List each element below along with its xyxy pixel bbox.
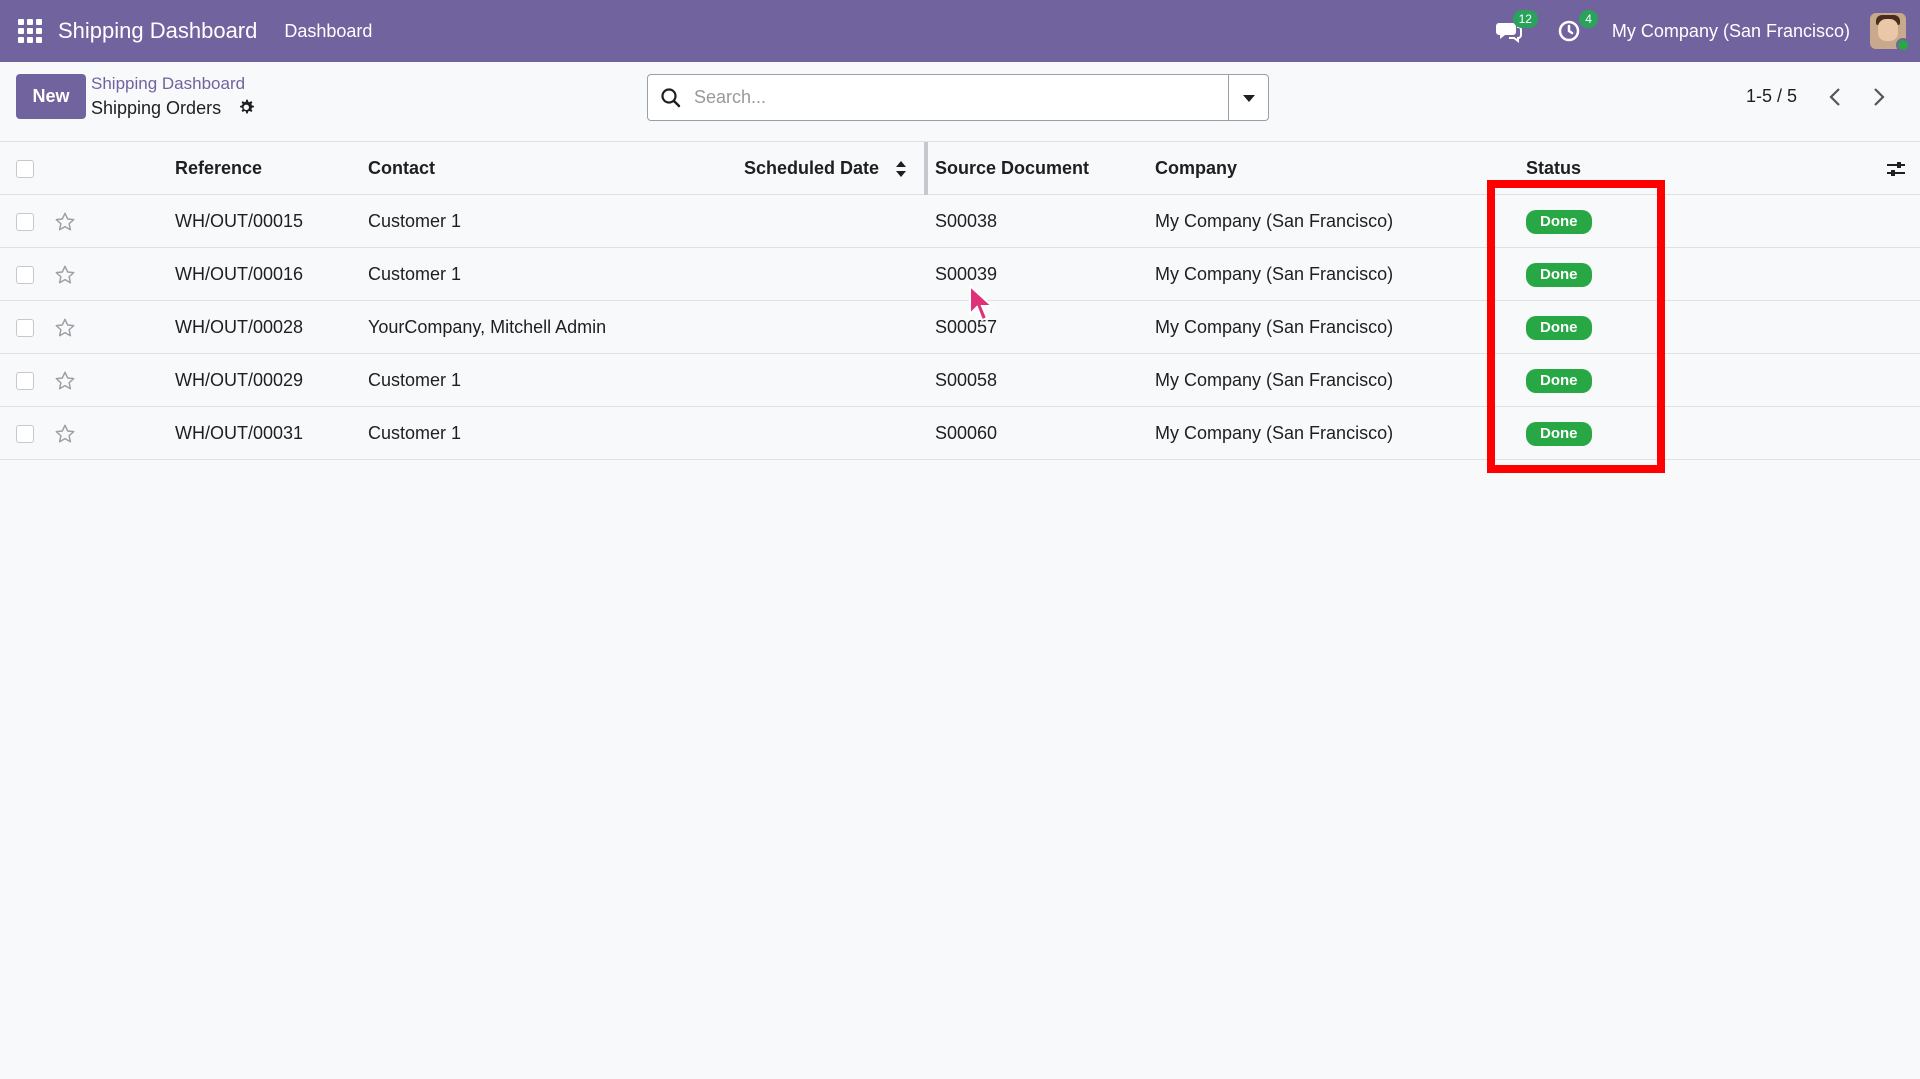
cell-company: My Company (San Francisco) (1155, 423, 1394, 443)
caret-down-icon (1242, 94, 1255, 102)
clock-icon (1558, 20, 1580, 42)
cell-reference: WH/OUT/00028 (175, 317, 304, 337)
star-icon (55, 212, 75, 231)
status-badge: Done (1526, 368, 1592, 393)
cell-contact: YourCompany, Mitchell Admin (368, 317, 607, 337)
navbar-systray: 12 4 My Company (San Francisco) (1494, 0, 1920, 62)
status-badge: Done (1526, 421, 1592, 446)
app-title[interactable]: Shipping Dashboard (58, 18, 257, 44)
select-all-cell (16, 142, 34, 195)
status-badge: Done (1526, 315, 1592, 340)
optional-columns-toggle[interactable] (1886, 142, 1906, 195)
cell-company: My Company (San Francisco) (1155, 211, 1394, 231)
column-header-scheduled-date[interactable]: Scheduled Date (744, 142, 907, 195)
cell-company: My Company (San Francisco) (1155, 264, 1394, 284)
user-avatar[interactable] (1870, 13, 1910, 52)
column-header-contact[interactable]: Contact (368, 142, 435, 195)
star-icon (55, 318, 75, 337)
mouse-cursor-icon (969, 284, 995, 322)
favorite-toggle[interactable] (54, 248, 76, 301)
shipping-orders-table: Reference Contact Scheduled Date Source … (0, 142, 1920, 460)
cell-reference: WH/OUT/00015 (175, 211, 304, 231)
messages-button[interactable]: 12 (1494, 10, 1538, 46)
cell-reference: WH/OUT/00031 (175, 423, 304, 443)
row-checkbox[interactable] (16, 424, 34, 443)
cell-status: Done (1526, 407, 1592, 460)
search-input[interactable] (694, 87, 1228, 108)
row-select-cell (16, 354, 34, 407)
table-header: Reference Contact Scheduled Date Source … (0, 142, 1920, 195)
search-options-toggle[interactable] (1228, 75, 1268, 120)
apps-grid-icon[interactable] (18, 19, 42, 43)
star-icon (55, 265, 75, 284)
breadcrumb-parent[interactable]: Shipping Dashboard (91, 74, 245, 94)
table-row[interactable]: WH/OUT/00015 Customer 1 S00038 My Company (… (0, 195, 1920, 248)
breadcrumb-current: Shipping Orders (91, 98, 222, 118)
cell-status: Done (1526, 195, 1592, 248)
cell-contact: Customer 1 (368, 423, 462, 443)
table-row[interactable]: WH/OUT/00029 Customer 1 S00058 My Company (… (0, 354, 1920, 407)
cell-contact: Customer 1 (368, 211, 462, 231)
pager-value[interactable]: 1-5 / 5 (1746, 86, 1797, 107)
cell-source-document: S00058 (935, 370, 998, 390)
control-panel: New Shipping Dashboard Shipping Orders 1… (0, 62, 1920, 142)
select-all-checkbox[interactable] (16, 159, 34, 178)
column-resize-handle[interactable] (924, 142, 928, 195)
chevron-right-icon (1874, 88, 1885, 106)
table-body: WH/OUT/00015 Customer 1 S00038 My Company (… (0, 195, 1920, 460)
cell-status: Done (1526, 301, 1592, 354)
status-badge: Done (1526, 262, 1592, 287)
menu-dashboard[interactable]: Dashboard (284, 21, 372, 42)
favorite-toggle[interactable] (54, 195, 76, 248)
cell-source-document: S00060 (935, 423, 998, 443)
cell-contact: Customer 1 (368, 264, 462, 284)
star-icon (55, 424, 75, 443)
favorite-toggle[interactable] (54, 407, 76, 460)
sliders-icon (1887, 161, 1905, 176)
top-navbar: Shipping Dashboard Dashboard 12 4 My Com… (0, 0, 1920, 62)
column-header-scheduled-date-label: Scheduled Date (744, 158, 880, 178)
cell-source-document: S00038 (935, 211, 998, 231)
row-checkbox[interactable] (16, 371, 34, 390)
column-header-status[interactable]: Status (1526, 142, 1581, 195)
messages-count-badge: 12 (1512, 10, 1538, 28)
cell-company: My Company (San Francisco) (1155, 317, 1394, 337)
pager-previous-button[interactable] (1818, 80, 1852, 114)
column-header-company[interactable]: Company (1155, 142, 1237, 195)
search-bar (647, 74, 1269, 121)
search-icon (661, 87, 681, 107)
table-row[interactable]: WH/OUT/00031 Customer 1 S00060 My Company (… (0, 407, 1920, 460)
cell-contact: Customer 1 (368, 370, 462, 390)
favorite-toggle[interactable] (54, 354, 76, 407)
star-icon (55, 371, 75, 390)
activities-button[interactable]: 4 (1554, 10, 1598, 46)
row-select-cell (16, 248, 34, 301)
column-header-source-document[interactable]: Source Document (935, 142, 1089, 195)
status-badge: Done (1526, 209, 1592, 234)
pager-next-button[interactable] (1862, 80, 1896, 114)
cell-reference: WH/OUT/00016 (175, 264, 304, 284)
row-checkbox[interactable] (16, 265, 34, 284)
row-select-cell (16, 407, 34, 460)
table-row[interactable]: WH/OUT/00028 YourCompany, Mitchell Admin S… (0, 301, 1920, 354)
online-status-dot (1896, 38, 1910, 52)
row-checkbox[interactable] (16, 318, 34, 337)
cell-company: My Company (San Francisco) (1155, 370, 1394, 390)
cell-status: Done (1526, 248, 1592, 301)
row-checkbox[interactable] (16, 212, 34, 231)
gear-icon[interactable] (238, 99, 256, 117)
favorite-toggle[interactable] (54, 301, 76, 354)
company-switcher[interactable]: My Company (San Francisco) (1612, 21, 1850, 42)
new-button[interactable]: New (16, 74, 86, 119)
table-row[interactable]: WH/OUT/00016 Customer 1 S00039 My Company (… (0, 248, 1920, 301)
column-header-reference[interactable]: Reference (175, 142, 262, 195)
row-select-cell (16, 195, 34, 248)
row-select-cell (16, 301, 34, 354)
cell-reference: WH/OUT/00029 (175, 370, 304, 390)
chevron-left-icon (1829, 88, 1840, 106)
sort-icon (896, 160, 907, 177)
cell-status: Done (1526, 354, 1592, 407)
activities-count-badge: 4 (1579, 10, 1598, 28)
